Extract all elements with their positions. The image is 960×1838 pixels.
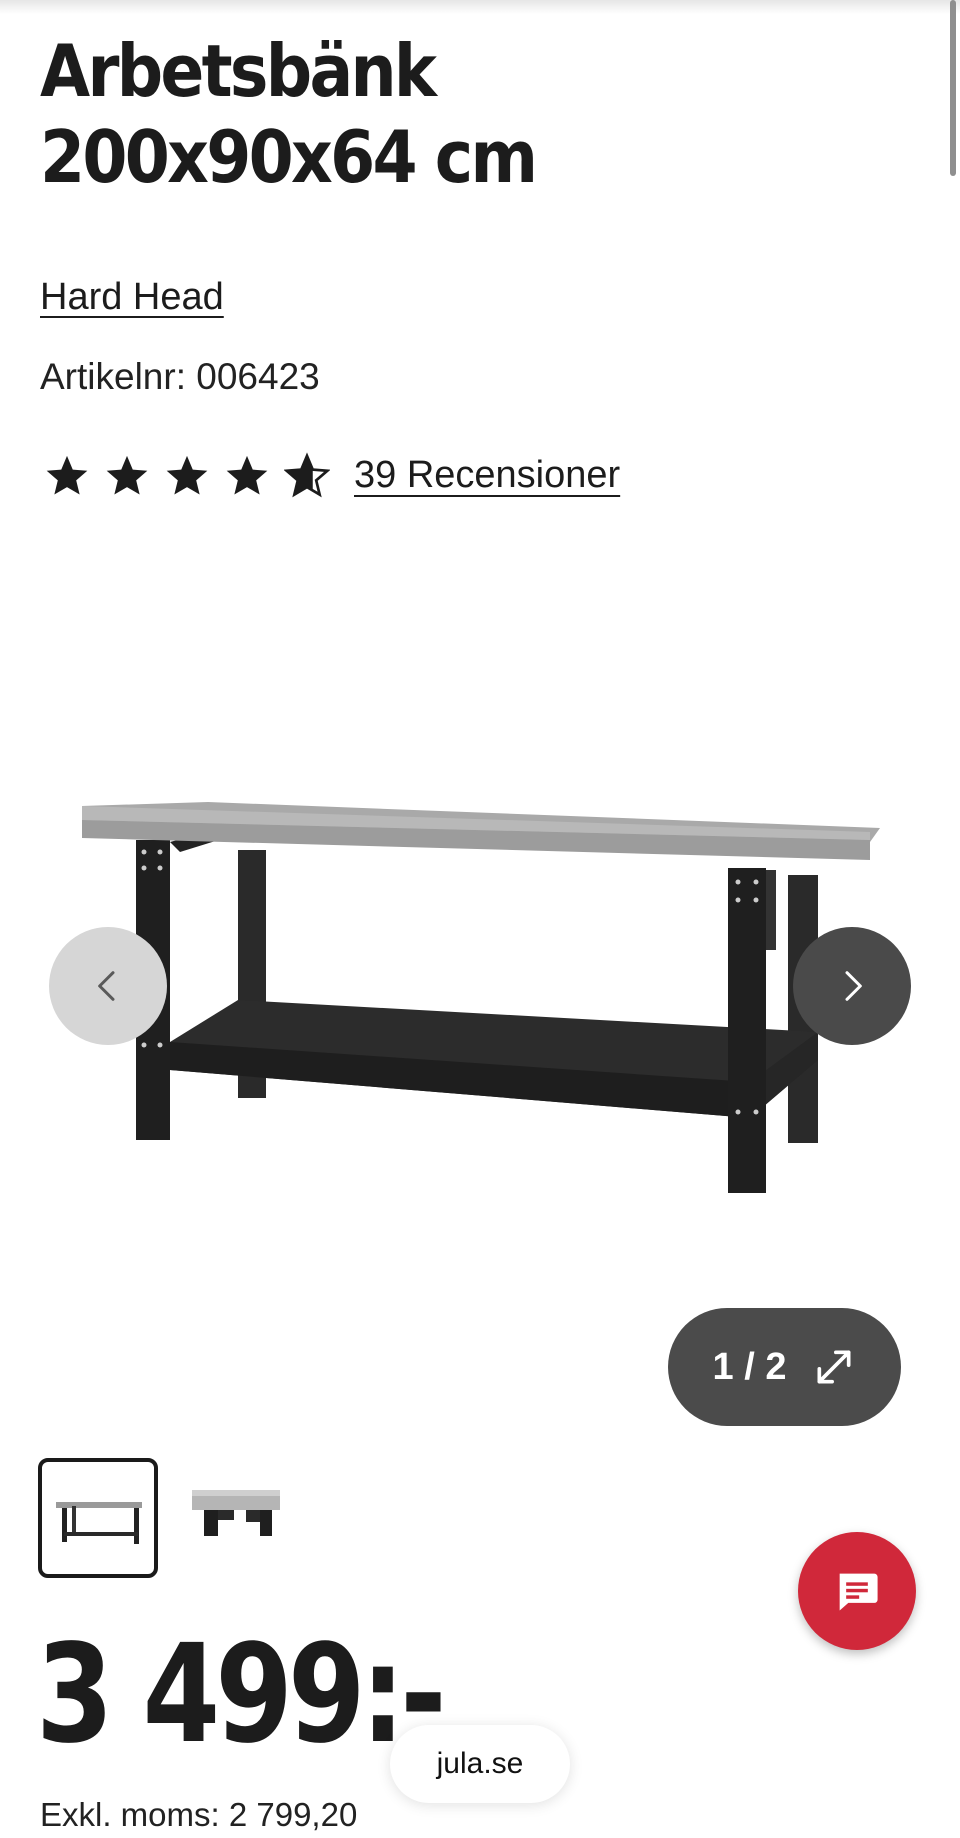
next-image-button[interactable] <box>793 927 911 1045</box>
product-price: 3 499:- <box>36 1616 447 1774</box>
half-star-icon <box>284 452 330 498</box>
star-icon <box>46 455 88 495</box>
url-text: jula.se <box>436 1747 524 1780</box>
thumbnail-2[interactable] <box>184 1458 304 1578</box>
brand-link[interactable]: Hard Head <box>40 276 224 319</box>
price-excl-vat: Exkl. moms: 2 799,20 <box>40 1796 358 1833</box>
previous-image-button[interactable] <box>49 927 167 1045</box>
image-counter: 1 / 2 <box>712 1345 787 1388</box>
scrollbar[interactable] <box>950 0 956 176</box>
product-title: Arbetsbänk 200x90x64 cm <box>40 29 538 199</box>
browser-url-pill[interactable]: jula.se <box>390 1725 570 1803</box>
chevron-right-icon <box>845 971 862 1001</box>
chat-button[interactable] <box>798 1532 916 1650</box>
chevron-left-icon <box>98 971 115 1001</box>
image-counter-expand-button[interactable]: 1 / 2 <box>668 1308 901 1426</box>
article-number: Artikelnr: 006423 <box>40 356 320 397</box>
star-icon <box>106 455 148 495</box>
star-icon <box>166 455 208 495</box>
rating-stars <box>44 452 330 498</box>
workbench-image <box>82 802 880 1193</box>
star-icon <box>226 455 268 495</box>
reviews-link[interactable]: 39 Recensioner <box>354 454 620 497</box>
rating: 39 Recensioner <box>44 452 620 498</box>
chat-icon <box>839 1573 878 1611</box>
top-shadow <box>0 0 960 14</box>
workbench-detail-thumbnail-image <box>192 1490 280 1536</box>
thumbnail-1[interactable] <box>38 1458 158 1578</box>
expand-icon <box>817 1350 851 1384</box>
workbench-thumbnail-image <box>56 1502 142 1544</box>
